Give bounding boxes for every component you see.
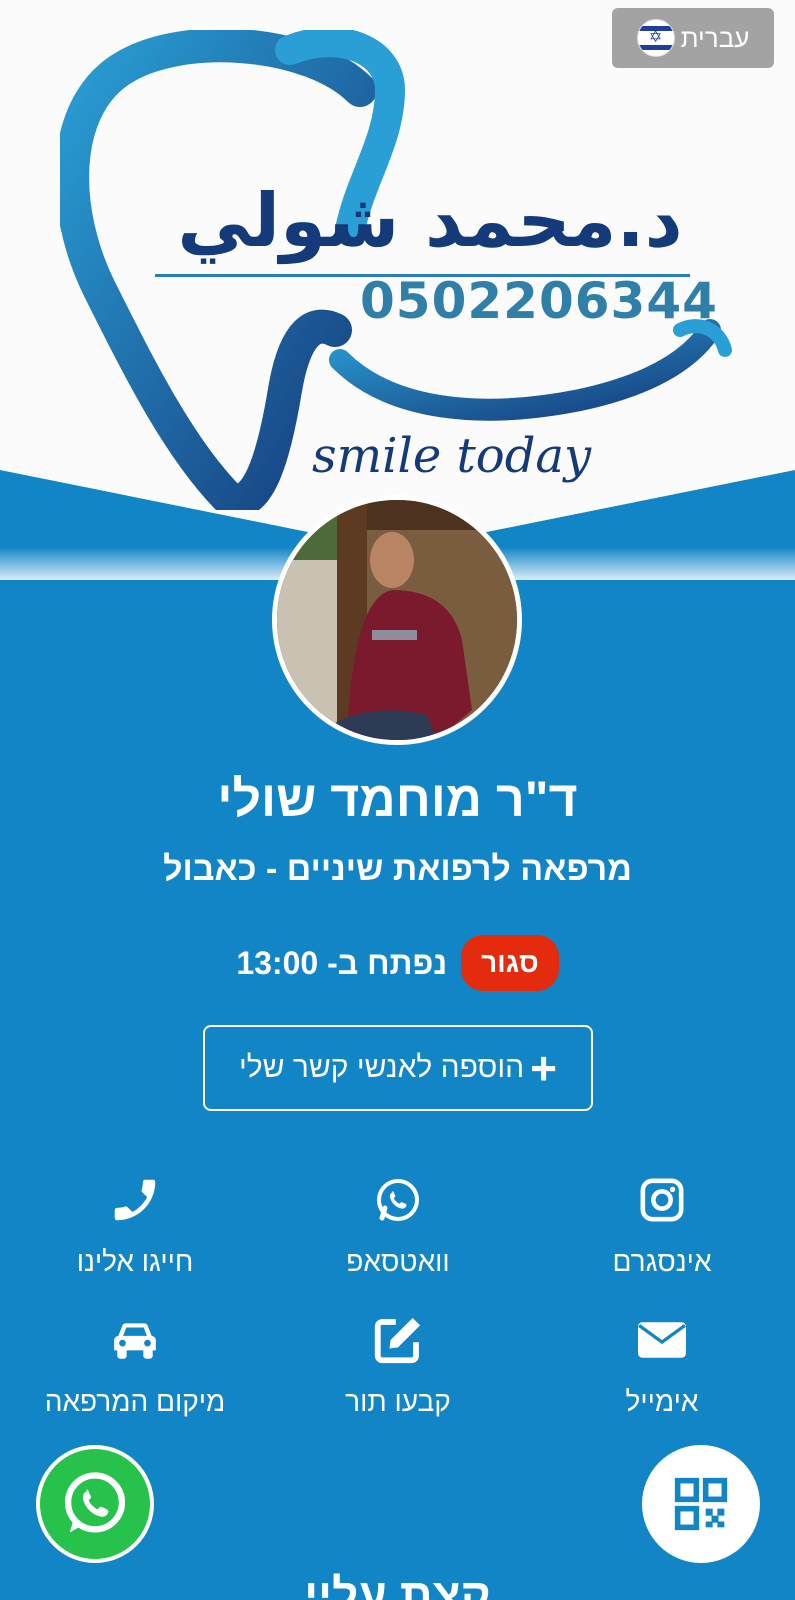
status-text: נפתח ב- 13:00 <box>236 944 448 981</box>
floating-qr-button[interactable] <box>642 1445 760 1563</box>
envelope-icon <box>532 1310 792 1370</box>
floating-whatsapp-button[interactable] <box>36 1445 154 1563</box>
whatsapp-icon <box>268 1170 528 1230</box>
instagram-action[interactable]: אינסגרם <box>532 1170 792 1278</box>
phone-icon <box>5 1170 265 1230</box>
logo-doctor-name: د.محمد شولي <box>177 178 683 264</box>
opening-status: סגור נפתח ב- 13:00 <box>0 935 795 991</box>
about-title: קצת עליי <box>304 1569 491 1600</box>
doctor-name: ד"ר מוחמד שולי <box>217 771 578 827</box>
language-switcher[interactable]: ✡ עברית <box>612 8 774 68</box>
logo-phone: 0502206344 <box>360 272 718 330</box>
clinic-subtitle: מרפאה לרפואת שיניים - כאבול <box>163 850 632 888</box>
call-label: חייגו אלינו <box>76 1246 194 1277</box>
edit-icon <box>268 1310 528 1370</box>
email-label: אימייל <box>625 1386 699 1417</box>
call-action[interactable]: חייגו אלינו <box>5 1170 265 1278</box>
whatsapp-label: וואטסאפ <box>346 1246 450 1277</box>
profile-avatar <box>272 495 522 745</box>
add-contact-label: הוספה לאנשי קשר שלי <box>238 1051 525 1084</box>
business-card-page: د.محمد شولي 0502206344 smile today ✡ עבר… <box>0 0 795 1600</box>
qr-code-icon <box>674 1477 728 1531</box>
cover-header: د.محمد شولي 0502206344 smile today ✡ עבר… <box>0 0 795 580</box>
appointment-action[interactable]: קבעו תור <box>268 1310 528 1418</box>
add-contact-button[interactable]: + הוספה לאנשי קשר שלי <box>203 1025 593 1111</box>
location-action[interactable]: מיקום המרפאה <box>5 1310 265 1418</box>
whatsapp-action[interactable]: וואטסאפ <box>268 1170 528 1278</box>
instagram-label: אינסגרם <box>612 1246 712 1277</box>
car-icon <box>5 1310 265 1370</box>
appointment-label: קבעו תור <box>345 1386 451 1417</box>
language-label: עברית <box>680 22 750 53</box>
status-badge: סגור <box>461 935 559 991</box>
instagram-icon <box>532 1170 792 1230</box>
whatsapp-icon <box>64 1472 126 1533</box>
location-label: מיקום המרפאה <box>44 1386 226 1417</box>
email-action[interactable]: אימייל <box>532 1310 792 1418</box>
israel-flag-icon: ✡ <box>636 19 675 57</box>
plus-icon: + <box>530 1042 558 1094</box>
